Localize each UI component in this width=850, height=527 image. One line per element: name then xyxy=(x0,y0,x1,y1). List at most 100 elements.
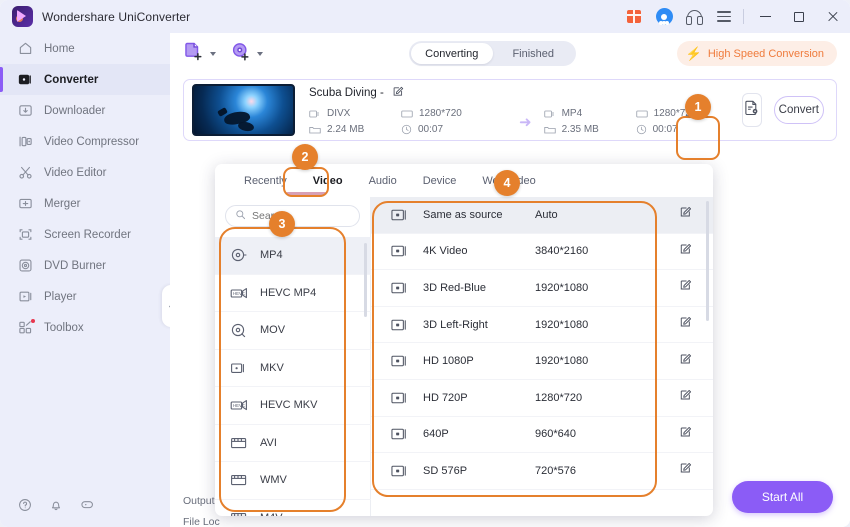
high-speed-conversion-toggle[interactable]: ⚡ High Speed Conversion xyxy=(676,41,837,66)
resolution-dimensions: 1280*720 xyxy=(535,391,583,404)
panel-tab-audio[interactable]: Audio xyxy=(356,164,410,197)
resolution-item-3d-red-blue[interactable]: 3D Red-Blue 1920*1080 xyxy=(371,270,713,307)
sidebar-item-video-compressor[interactable]: Video Compressor xyxy=(0,126,170,157)
convert-arrow-icon: ➜ xyxy=(519,113,532,131)
resolution-name: 3D Red-Blue xyxy=(423,281,486,294)
sidebar-label: Home xyxy=(44,42,75,55)
sidebar-item-screen-recorder[interactable]: Screen Recorder xyxy=(0,219,170,250)
source-size-text: 2.24 MB xyxy=(327,124,365,135)
sidebar-item-video-editor[interactable]: Video Editor xyxy=(0,157,170,188)
target-size: 2.35 MB xyxy=(543,124,636,135)
convert-button[interactable]: Convert xyxy=(773,96,824,124)
high-speed-label: High Speed Conversion xyxy=(707,47,824,60)
sidebar-item-toolbox[interactable]: Toolbox xyxy=(0,312,170,343)
sidebar-item-merger[interactable]: Merger xyxy=(0,188,170,219)
minimize-button[interactable] xyxy=(748,0,782,33)
sidebar-item-player[interactable]: Player xyxy=(0,281,170,312)
player-icon xyxy=(18,289,33,304)
format-item-avi[interactable]: AVI xyxy=(215,425,371,462)
sidebar-item-dvd-burner[interactable]: DVD Burner xyxy=(0,250,170,281)
add-disc-button[interactable] xyxy=(230,41,263,67)
resolution-item-same-as-source[interactable]: Same as source Auto xyxy=(371,197,713,234)
chevron-down-icon xyxy=(257,51,263,56)
format-item-hevc-mkv[interactable]: HEVC HEVC MKV xyxy=(215,387,371,425)
source-size: 2.24 MB xyxy=(309,124,401,135)
resolution-item-sd-576p[interactable]: SD 576P 720*576 xyxy=(371,453,713,490)
bolt-icon: ⚡ xyxy=(685,46,702,61)
feedback-icon[interactable] xyxy=(80,498,94,517)
edit-preset-icon[interactable] xyxy=(679,278,693,297)
format-item-wmv[interactable]: WMV xyxy=(215,462,371,500)
resolution-item-3d-left-right[interactable]: 3D Left-Right 1920*1080 xyxy=(371,307,713,344)
maximize-button[interactable] xyxy=(782,0,816,33)
format-item-mkv[interactable]: MKV xyxy=(215,350,371,387)
sidebar-bottom-bar xyxy=(0,487,170,527)
file-meta: DIVX 2.24 MB 1280*720 00:07 ➜ MP4 2.35 M… xyxy=(309,108,742,135)
support-headset-icon[interactable] xyxy=(679,0,709,33)
disc-icon xyxy=(18,258,33,273)
format-item-mov[interactable]: MOV xyxy=(215,312,371,350)
edit-preset-icon[interactable] xyxy=(679,205,693,224)
edit-preset-icon[interactable] xyxy=(679,242,693,261)
resolution-dimensions: 3840*2160 xyxy=(535,245,589,258)
help-icon[interactable] xyxy=(18,498,32,517)
tab-finished[interactable]: Finished xyxy=(493,43,575,64)
user-avatar-icon[interactable] xyxy=(649,0,679,33)
add-file-button[interactable] xyxy=(183,41,216,67)
resolution-item-hd-1080p[interactable]: HD 1080P 1920*1080 xyxy=(371,343,713,380)
panel-body: MP4 HEVC HEVC MP4 MOV xyxy=(215,197,713,516)
file-settings-button[interactable] xyxy=(741,93,762,127)
sidebar-item-home[interactable]: Home xyxy=(0,33,170,64)
source-resolution: 1280*720 xyxy=(401,108,507,119)
search-icon xyxy=(235,207,246,225)
edit-preset-icon[interactable] xyxy=(679,461,693,480)
tab-converting[interactable]: Converting xyxy=(411,43,493,64)
resolution-item-4k-video[interactable]: 4K Video 3840*2160 xyxy=(371,234,713,271)
format-label: HEVC MP4 xyxy=(260,286,317,299)
edit-preset-icon[interactable] xyxy=(679,425,693,444)
format-label: AVI xyxy=(260,436,277,449)
titlebar-actions xyxy=(619,0,850,33)
source-resolution-text: 1280*720 xyxy=(419,108,462,119)
video-thumbnail[interactable] xyxy=(192,84,295,136)
add-file-icon xyxy=(183,41,204,67)
start-all-button[interactable]: Start All xyxy=(732,481,833,513)
edit-pencil-icon[interactable] xyxy=(392,85,405,101)
format-item-hevc-mp4[interactable]: HEVC HEVC MP4 xyxy=(215,275,371,312)
sidebar-item-downloader[interactable]: Downloader xyxy=(0,95,170,126)
sidebar-item-converter[interactable]: Converter xyxy=(0,64,170,95)
edit-preset-icon[interactable] xyxy=(679,388,693,407)
search-input[interactable] xyxy=(252,210,350,222)
target-format-col: MP4 2.35 MB xyxy=(543,108,636,135)
resolution-name: 3D Left-Right xyxy=(423,318,488,331)
disc-format-icon xyxy=(230,247,248,263)
resolution-item-hd-720p[interactable]: HD 720P 1280*720 xyxy=(371,380,713,417)
scissors-icon xyxy=(18,165,33,180)
video-preset-icon xyxy=(391,464,410,478)
close-button[interactable] xyxy=(816,0,850,33)
target-format: MP4 xyxy=(543,108,636,119)
gift-icon[interactable] xyxy=(619,0,649,33)
resolution-list-scrollbar[interactable] xyxy=(705,201,709,321)
disc-format-icon xyxy=(230,322,248,338)
format-list-scrollbar[interactable] xyxy=(364,243,367,317)
sidebar-label: Toolbox xyxy=(44,321,84,334)
resolution-item-640p[interactable]: 640P 960*640 xyxy=(371,417,713,454)
source-format-text: DIVX xyxy=(327,108,351,119)
file-name: Scuba Diving - xyxy=(309,87,384,99)
file-location-label: File Loc xyxy=(183,515,220,527)
resolution-name: 4K Video xyxy=(423,245,468,258)
annotation-marker-3: 3 xyxy=(269,211,295,237)
format-list: MP4 HEVC HEVC MP4 MOV MKV HEVC HEVC MKV … xyxy=(215,237,371,516)
toolbox-new-dot xyxy=(31,319,35,323)
source-format: DIVX xyxy=(309,108,401,119)
notification-bell-icon[interactable] xyxy=(49,498,63,517)
format-item-m4v[interactable]: M4V xyxy=(215,500,371,516)
edit-preset-icon[interactable] xyxy=(679,352,693,371)
edit-preset-icon[interactable] xyxy=(679,315,693,334)
titlebar-divider xyxy=(743,9,744,24)
target-size-text: 2.35 MB xyxy=(561,124,599,135)
menu-icon[interactable] xyxy=(709,0,739,33)
panel-tab-device[interactable]: Device xyxy=(410,164,470,197)
format-item-mp4[interactable]: MP4 xyxy=(215,237,371,275)
